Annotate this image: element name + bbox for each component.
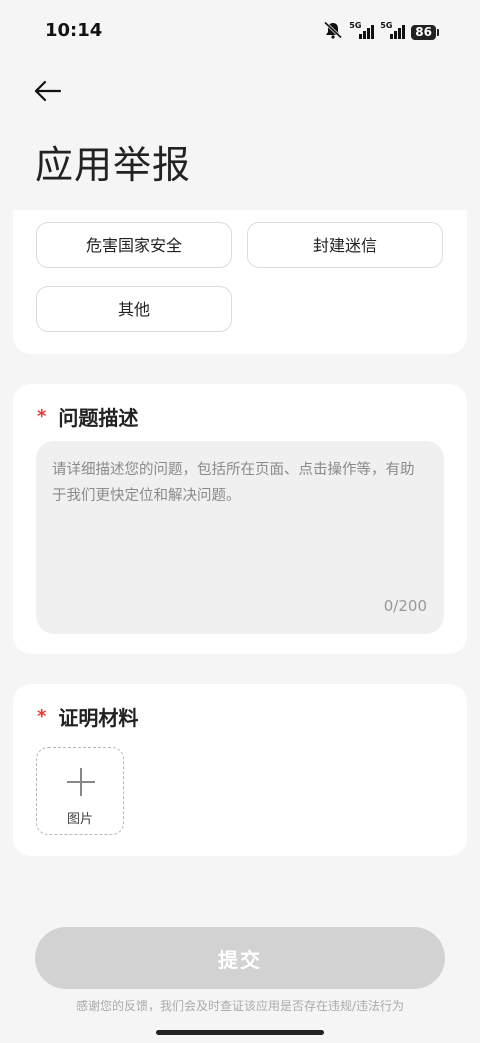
upload-image-button[interactable]: 图片 [36, 747, 124, 835]
proof-card: * 证明材料 图片 [13, 684, 467, 856]
mute-icon [323, 21, 343, 43]
description-section-title: * 问题描述 [37, 402, 138, 431]
submit-button[interactable]: 提交 [35, 927, 445, 989]
proof-section-title: * 证明材料 [37, 702, 138, 731]
signal-icon-1: 5G [349, 21, 375, 39]
category-chip-superstition[interactable]: 封建迷信 [247, 222, 443, 268]
description-title: 问题描述 [58, 406, 139, 430]
status-icons: 5G 5G 86 [323, 21, 439, 43]
category-chip-other[interactable]: 其他 [36, 286, 232, 332]
report-app-page: 10:14 5G 5G 86 应用举报 危害国家安全 封建迷信 其他 * 问题描… [0, 0, 480, 1043]
battery-icon: 86 [411, 24, 439, 40]
back-button[interactable] [30, 74, 66, 108]
footer-note: 感谢您的反馈，我们会及时查证该应用是否存在违规/违法行为 [75, 999, 405, 1013]
network-label-2: 5G [380, 21, 393, 30]
home-indicator[interactable] [156, 1030, 324, 1035]
signal-icon-2: 5G [380, 21, 406, 39]
plus-icon [67, 768, 95, 796]
status-time: 10:14 [45, 20, 103, 41]
upload-image-label: 图片 [66, 812, 93, 827]
category-chip-national-security[interactable]: 危害国家安全 [36, 222, 232, 268]
description-card: * 问题描述 0/200 [13, 384, 467, 654]
character-counter: 0/200 [383, 597, 427, 615]
required-mark: * [37, 706, 47, 727]
page-title: 应用举报 [35, 143, 192, 187]
category-card: 危害国家安全 封建迷信 其他 [13, 210, 467, 354]
network-label-1: 5G [349, 21, 362, 30]
proof-title: 证明材料 [58, 706, 139, 730]
required-mark: * [37, 406, 47, 427]
status-bar: 10:14 5G 5G 86 [0, 0, 480, 64]
arrow-left-icon [34, 80, 62, 102]
